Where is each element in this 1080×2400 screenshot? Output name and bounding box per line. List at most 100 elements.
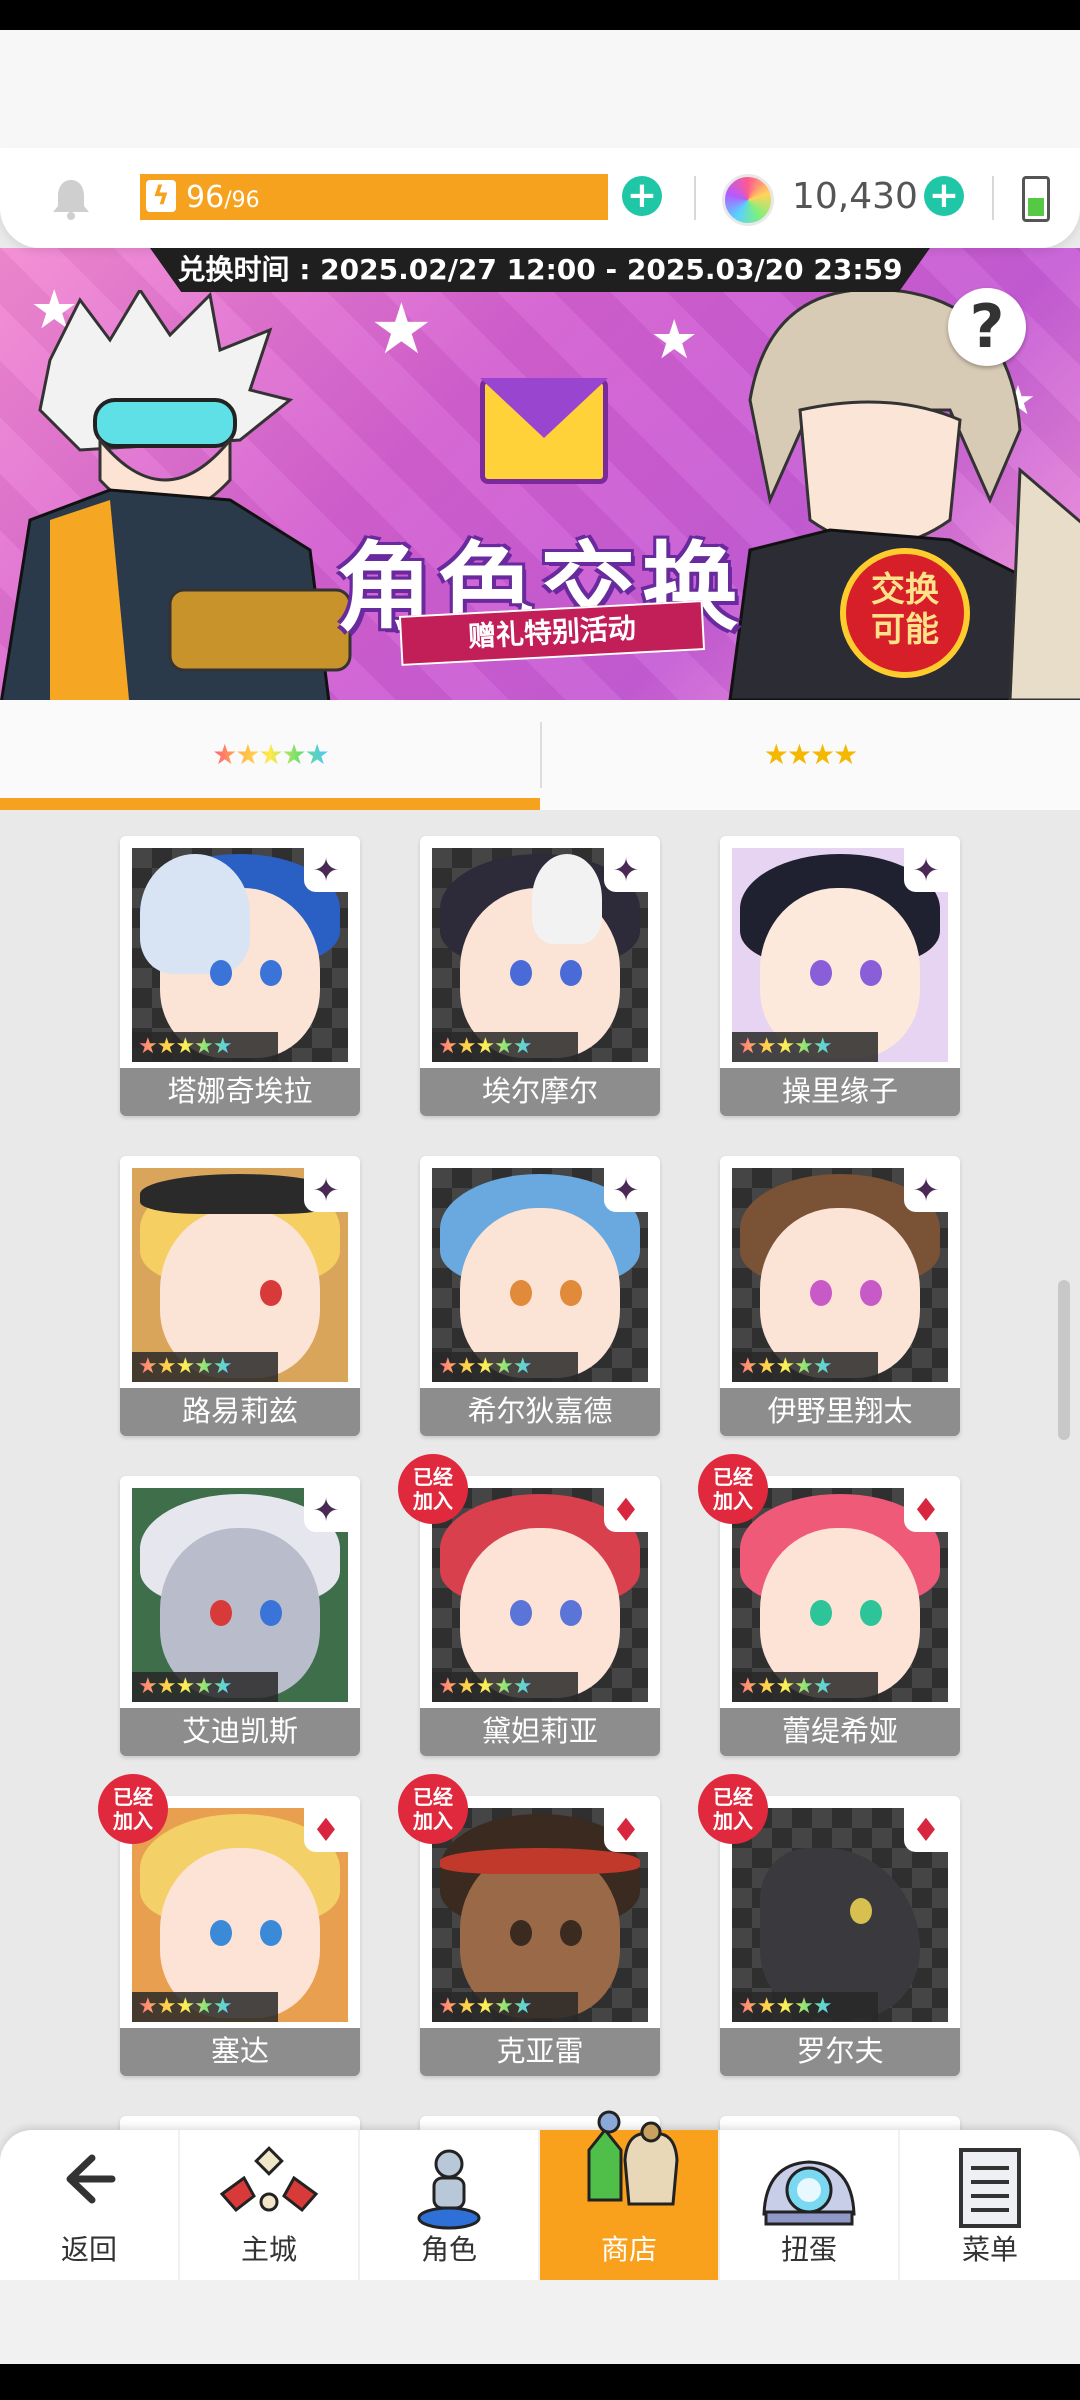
nav-menu[interactable]: 菜单 [900,2130,1080,2280]
character-name: 希尔狄嘉德 [420,1388,660,1436]
tab-four-star[interactable]: ★★★★ [540,700,1080,810]
diamond-icon: ♦ [304,1808,348,1852]
badge-line-1: 交换 [871,570,939,610]
rarity-stars: ★★★★★ [732,1352,878,1382]
rarity-stars: ★★★★★ [732,1672,878,1702]
castle-icon [219,2146,319,2213]
scrollbar[interactable] [1058,1280,1070,1440]
diamond-icon: ♦ [904,1808,948,1852]
diamond-icon: ♦ [604,1808,648,1852]
character-name: 路易莉兹 [120,1388,360,1436]
add-energy-button[interactable]: + [622,176,662,216]
character-card[interactable]: ✦ ★★★★★ 艾迪凯斯 [120,1476,360,1756]
nav-gacha[interactable]: 扭蛋 [720,2130,900,2280]
character-name: 塞达 [120,2028,360,2076]
character-name: 克亚雷 [420,2028,660,2076]
rarity-stars: ★★★★★ [132,1672,278,1702]
joined-badge: 已经 加入 [398,1454,468,1524]
nav-character[interactable]: 角色 [360,2130,540,2280]
energy-max: /96 [224,188,260,213]
character-grid: ✦ ★★★★★ 塔娜奇埃拉 ✦ ★★★★★ 埃尔摩尔 ✦ ★★★★★ 操里缘子 [0,812,1080,2146]
sparkle-icon: ✦ [304,848,348,892]
character-name: 塔娜奇埃拉 [120,1068,360,1116]
rarity-stars: ★★★★★ [132,1032,278,1062]
rarity-stars: ★★★★★ [432,1352,578,1382]
system-status-bar [0,0,1080,30]
resource-bar: ϟ 96/96 + 10,430 + [0,148,1080,248]
top-area [0,30,1080,148]
sparkle-icon: ✦ [904,1168,948,1212]
system-nav-bar [0,2364,1080,2400]
gacha-machine-icon [762,2160,856,2226]
envelope-icon [480,378,608,484]
character-card[interactable]: ✦ ★★★★★ 塔娜奇埃拉 [120,836,360,1116]
character-card[interactable]: 已经 加入 ♦ ★★★★★ 罗尔夫 [698,1774,960,2076]
tab-divider [540,722,542,788]
nav-label: 菜单 [961,2233,1018,2266]
help-button[interactable]: ? [948,288,1026,366]
diamond-icon: ♦ [904,1488,948,1532]
bell-icon[interactable] [48,176,94,222]
character-statue-icon [417,2149,481,2230]
diamond-icon: ♦ [604,1488,648,1532]
energy-current: 96 [186,180,225,215]
menu-list-icon [959,2148,1021,2228]
joined-badge: 已经 加入 [698,1774,768,1844]
divider [992,176,994,220]
nav-shop[interactable]: 商店 [540,2110,720,2280]
add-gems-button[interactable]: + [924,176,964,216]
exchange-time: 兑换时间 : 2025.02/27 12:00 - 2025.03/20 23:… [150,248,930,292]
joined-badge: 已经 加入 [698,1454,768,1524]
bottom-nav: 返回 主城 角色 商店 扭蛋 菜单 [0,2110,1080,2280]
character-card[interactable]: 已经 加入 ♦ ★★★★★ 黛妲莉亚 [398,1454,660,1756]
character-name: 艾迪凯斯 [120,1708,360,1756]
joined-badge: 已经 加入 [98,1774,168,1844]
character-card[interactable]: 已经 加入 ♦ ★★★★★ 塞达 [98,1774,360,2076]
shop-bag-icon [587,2110,679,2206]
character-card[interactable]: ✦ ★★★★★ 埃尔摩尔 [420,836,660,1116]
tab-label: ★★★★ [763,738,858,771]
character-card[interactable]: ✦ ★★★★★ 操里缘子 [720,836,960,1116]
sparkle-icon: ✦ [604,1168,648,1212]
bottom-spacer [0,2280,1080,2364]
rarity-stars: ★★★★★ [432,1672,578,1702]
character-card[interactable]: 已经 加入 ♦ ★★★★★ 克亚雷 [398,1774,660,2076]
sparkle-icon: ✦ [304,1168,348,1212]
character-name: 埃尔摩尔 [420,1068,660,1116]
exchange-possible-badge: 交换 可能 [840,548,970,678]
active-tab-indicator [0,798,540,810]
rarity-stars: ★★★★★ [432,1032,578,1062]
nav-main-city[interactable]: 主城 [180,2130,360,2280]
sparkle-icon: ✦ [904,848,948,892]
divider [694,176,696,220]
tab-five-star[interactable]: ★★★★★ [0,700,540,810]
nav-label: 主城 [240,2233,297,2266]
tab-label: ★★★★★ [212,738,330,771]
rarity-stars: ★★★★★ [132,1992,278,2022]
rarity-stars: ★★★★★ [132,1352,278,1382]
character-card[interactable]: ✦ ★★★★★ 伊野里翔太 [720,1156,960,1436]
nav-label: 商店 [600,2233,657,2266]
rarity-stars: ★★★★★ [732,1032,878,1062]
sparkle-icon: ✦ [604,848,648,892]
character-card[interactable]: ✦ ★★★★★ 希尔狄嘉德 [420,1156,660,1436]
character-name: 黛妲莉亚 [420,1708,660,1756]
rarity-stars: ★★★★★ [732,1992,878,2022]
badge-line-2: 可能 [871,610,939,650]
nav-back[interactable]: 返回 [0,2130,180,2280]
star-decoration-icon: ★ [370,288,433,370]
energy-bar: ϟ 96/96 [140,174,608,220]
character-card[interactable]: ✦ ★★★★★ 路易莉兹 [120,1156,360,1436]
character-name: 蕾缇希娅 [720,1708,960,1756]
battery-icon [1022,176,1050,222]
character-name: 操里缘子 [720,1068,960,1116]
gem-count: 10,430 [792,176,918,217]
sparkle-icon: ✦ [304,1488,348,1532]
character-name: 罗尔夫 [720,2028,960,2076]
character-card[interactable]: 已经 加入 ♦ ★★★★★ 蕾缇希娅 [698,1454,960,1756]
gem-icon [722,174,774,226]
nav-label: 返回 [60,2233,117,2266]
back-arrow-icon [66,2154,116,2204]
character-name: 伊野里翔太 [720,1388,960,1436]
energy-icon: ϟ [146,180,176,212]
